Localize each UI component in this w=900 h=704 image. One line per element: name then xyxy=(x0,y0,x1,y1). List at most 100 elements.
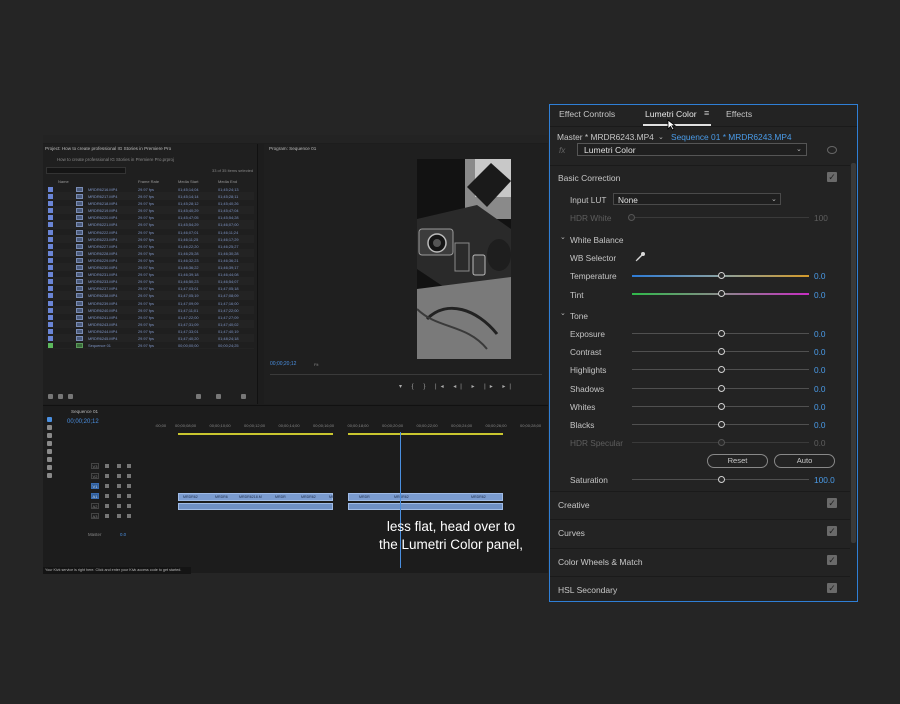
zoom-fit-select[interactable]: Fit xyxy=(314,362,318,367)
trash-icon[interactable] xyxy=(241,394,246,399)
saturation-slider-knob[interactable] xyxy=(718,476,725,483)
whites-value[interactable]: 0.0 xyxy=(814,402,826,412)
contrast-slider-knob[interactable] xyxy=(718,348,725,356)
track-label[interactable]: A1 xyxy=(91,493,99,499)
label-color-swatch[interactable] xyxy=(48,243,53,249)
label-color-swatch[interactable] xyxy=(48,250,53,256)
project-item-row[interactable]: MRDR6220.MP4 29.97 fps 01;45;47;05 01;45;54… xyxy=(46,214,254,222)
track-label[interactable]: V2 xyxy=(91,473,99,479)
track-toggle-icon[interactable] xyxy=(105,474,109,478)
shadows-slider-knob[interactable] xyxy=(718,384,725,392)
project-item-row[interactable]: MRDR6233.MP4 29.97 fps 01;46;50;23 01;46;54… xyxy=(46,278,254,286)
project-item-row[interactable]: MRDR6239.MP4 29.97 fps 01;47;09;09 01;47;16… xyxy=(46,300,254,307)
track-toggle-icon[interactable] xyxy=(117,464,121,468)
track-header[interactable]: V2 xyxy=(67,471,155,481)
audio-clip-group[interactable] xyxy=(178,503,333,510)
curves-checkbox[interactable]: ✓ xyxy=(827,526,837,536)
program-monitor-title[interactable]: Program: Sequence 01 xyxy=(269,146,316,151)
track-header[interactable]: V1 xyxy=(67,481,155,491)
exposure-value[interactable]: 0.0 xyxy=(814,329,826,339)
highlights-value[interactable]: 0.0 xyxy=(814,365,826,375)
label-color-swatch[interactable] xyxy=(48,300,53,306)
chevron-down-icon[interactable]: ⌄ xyxy=(560,233,566,241)
section-color-wheels-match[interactable]: Color Wheels & Match xyxy=(558,557,643,567)
track-toggle-icon[interactable] xyxy=(127,484,131,488)
fx-toggle-icon[interactable]: fx xyxy=(559,146,565,155)
reset-button[interactable]: Reset xyxy=(707,454,768,468)
tab-effects[interactable]: Effects xyxy=(726,109,752,119)
label-color-swatch[interactable] xyxy=(48,343,53,349)
color-wheels-checkbox[interactable]: ✓ xyxy=(827,555,837,565)
track-header[interactable]: A3 xyxy=(67,511,155,521)
project-item-row[interactable]: MRDR6228.MP4 29.97 fps 01;46;25;28 01;46;30… xyxy=(46,249,254,257)
label-color-swatch[interactable] xyxy=(48,293,53,299)
panel-scrollbar[interactable] xyxy=(851,163,856,543)
label-color-swatch[interactable] xyxy=(48,321,53,327)
project-item-row[interactable]: MRDR6237.MP4 29.97 fps 01;47;03;01 01;47;05… xyxy=(46,285,254,293)
label-color-swatch[interactable] xyxy=(48,286,53,292)
label-color-swatch[interactable] xyxy=(48,187,53,192)
column-media-end[interactable]: Media End xyxy=(218,179,237,184)
project-item-row[interactable]: MRDR6245.MP4 29.97 fps 01;47;40;20 01;48;24… xyxy=(46,334,254,343)
project-item-row[interactable]: MRDR6217.MP4 29.97 fps 01;45;14;14 01;45;28… xyxy=(46,193,254,201)
new-bin-icon[interactable] xyxy=(196,394,201,399)
label-color-swatch[interactable] xyxy=(48,222,53,228)
project-item-row[interactable]: MRDR6222.MP4 29.97 fps 01;46;07;01 01;46;11… xyxy=(46,229,254,236)
tab-effect-controls[interactable]: Effect Controls xyxy=(559,109,615,119)
reset-effect-icon[interactable] xyxy=(827,146,837,154)
hand-tool-icon[interactable] xyxy=(47,465,52,470)
project-item-row[interactable]: MRDR6238.MP4 29.97 fps 01;47;05;19 01;47;08… xyxy=(46,292,254,300)
track-toggle-icon[interactable] xyxy=(105,484,109,488)
tint-slider-knob[interactable] xyxy=(718,290,725,297)
track-toggle-icon[interactable] xyxy=(105,514,109,518)
track-toggle-icon[interactable] xyxy=(105,464,109,468)
timeline-timecode[interactable]: 00;00;20;12 xyxy=(67,419,99,425)
track-label[interactable]: V3 xyxy=(91,463,99,469)
contrast-value[interactable]: 0.0 xyxy=(814,347,826,357)
label-color-swatch[interactable] xyxy=(48,236,53,242)
project-search-input[interactable] xyxy=(46,167,126,174)
project-item-row[interactable]: MRDR6216.MP4 29.97 fps 01;45;14;04 01;45;24… xyxy=(46,186,254,194)
temperature-slider-knob[interactable] xyxy=(718,272,725,279)
track-header[interactable]: A2 xyxy=(67,501,155,511)
razor-tool-icon[interactable] xyxy=(47,441,52,446)
track-toggle-icon[interactable] xyxy=(117,484,121,488)
list-view-icon[interactable] xyxy=(58,394,63,399)
work-area-bar[interactable] xyxy=(348,433,503,435)
creative-checkbox[interactable]: ✓ xyxy=(827,498,837,508)
label-color-swatch[interactable] xyxy=(48,215,53,221)
track-label[interactable]: A3 xyxy=(91,513,99,519)
hsl-secondary-checkbox[interactable]: ✓ xyxy=(827,583,837,593)
track-toggle-icon[interactable] xyxy=(127,474,131,478)
label-color-swatch[interactable] xyxy=(48,307,53,313)
shadows-value[interactable]: 0.0 xyxy=(814,384,826,394)
project-item-row[interactable]: MRDR6221.MP4 29.97 fps 01;45;54;29 01;46;07… xyxy=(46,221,254,229)
track-toggle-icon[interactable] xyxy=(105,504,109,508)
saturation-value[interactable]: 100.0 xyxy=(814,475,835,485)
section-hsl-secondary[interactable]: HSL Secondary xyxy=(558,585,617,595)
icon-view-icon[interactable] xyxy=(68,394,73,399)
whites-slider-knob[interactable] xyxy=(718,402,725,410)
work-area-bar[interactable] xyxy=(178,433,333,435)
label-color-swatch[interactable] xyxy=(48,257,53,263)
master-clip-label[interactable]: Master * MRDR6243.MP4 xyxy=(557,132,654,142)
blacks-slider-knob[interactable] xyxy=(718,421,725,428)
tint-value[interactable]: 0.0 xyxy=(814,290,826,300)
chevron-down-icon[interactable]: ⌄ xyxy=(658,133,664,141)
column-frame-rate[interactable]: Frame Rate xyxy=(138,179,159,184)
blacks-value[interactable]: 0.0 xyxy=(814,420,826,430)
label-color-swatch[interactable] xyxy=(48,272,53,278)
project-item-row[interactable]: MRDR6227.MP4 29.97 fps 01;46;22;20 01;46;25… xyxy=(46,243,254,250)
basic-correction-checkbox[interactable]: ✓ xyxy=(827,172,837,182)
audio-clip-group[interactable] xyxy=(348,503,503,510)
master-volume-value[interactable]: 0.0 xyxy=(120,532,126,537)
label-color-swatch[interactable] xyxy=(48,265,53,271)
timeline-title[interactable]: Sequence 01 xyxy=(71,409,98,414)
effect-selector[interactable]: Lumetri Color ⌄ xyxy=(577,143,807,156)
eyedropper-icon[interactable] xyxy=(635,251,646,262)
pen-tool-icon[interactable] xyxy=(47,457,52,462)
section-basic-correction[interactable]: Basic Correction xyxy=(558,173,620,183)
track-toggle-icon[interactable] xyxy=(117,514,121,518)
track-toggle-icon[interactable] xyxy=(127,514,131,518)
new-item-icon[interactable] xyxy=(216,394,221,399)
